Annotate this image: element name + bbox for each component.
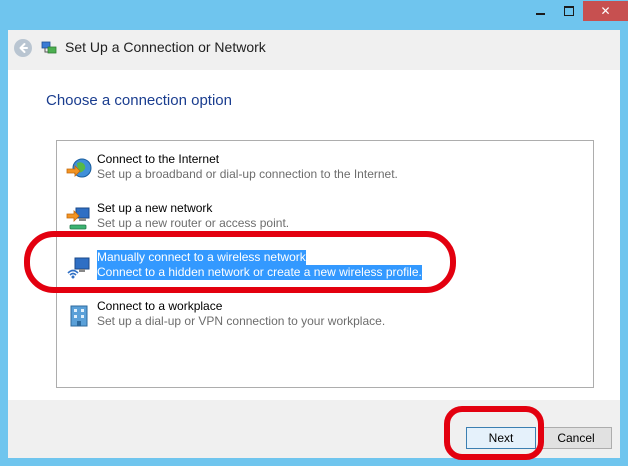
window-title: Set Up a Connection or Network: [65, 39, 266, 55]
option-title: Set up a new network: [97, 201, 213, 215]
back-button[interactable]: [14, 39, 32, 57]
header-bar: Set Up a Connection or Network: [8, 30, 620, 70]
option-description: Set up a new router or access point.: [97, 216, 290, 230]
title-bar: ✕: [0, 0, 628, 30]
option-connect-internet[interactable]: Connect to the Internet Set up a broadba…: [57, 148, 593, 188]
option-workplace[interactable]: Connect to a workplace Set up a dial-up …: [57, 295, 593, 335]
workplace-icon: [70, 305, 88, 327]
option-title: Manually connect to a wireless network: [97, 250, 306, 265]
option-text: Connect to the Internet Set up a broadba…: [97, 152, 398, 182]
back-arrow-icon: [19, 43, 28, 53]
option-text: Manually connect to a wireless network C…: [97, 250, 422, 280]
next-button[interactable]: Next: [466, 427, 536, 449]
connection-options-list: Connect to the Internet Set up a broadba…: [56, 140, 594, 388]
dialog-client-area: Set Up a Connection or Network Choose a …: [8, 30, 620, 458]
option-text: Connect to a workplace Set up a dial-up …: [97, 299, 385, 329]
option-manual-wireless[interactable]: Manually connect to a wireless network C…: [57, 246, 593, 286]
option-new-network[interactable]: Set up a new network Set up a new router…: [57, 197, 593, 237]
network-setup-icon: [41, 41, 57, 54]
dialog-window: ✕ Set Up a Connection or Network Choose …: [0, 0, 628, 466]
cancel-button[interactable]: Cancel: [540, 427, 612, 449]
option-title: Connect to the Internet: [97, 152, 220, 166]
close-icon: ✕: [600, 4, 611, 18]
dialog-footer: Next Cancel: [8, 400, 620, 458]
content-area: Choose a connection option Connect to th…: [8, 70, 620, 400]
page-instruction: Choose a connection option: [46, 92, 232, 109]
globe-internet-icon: [66, 158, 92, 178]
option-description: Connect to a hidden network or create a …: [97, 265, 422, 280]
option-description: Set up a dial-up or VPN connection to yo…: [97, 314, 386, 328]
wireless-network-icon: [67, 257, 90, 279]
close-button[interactable]: ✕: [583, 1, 628, 21]
option-text: Set up a new network Set up a new router…: [97, 201, 289, 231]
minimize-icon: [535, 13, 545, 15]
minimize-button[interactable]: [527, 1, 553, 21]
maximize-button[interactable]: [556, 1, 582, 21]
option-title: Connect to a workplace: [97, 299, 223, 313]
option-description: Set up a broadband or dial-up connection…: [97, 167, 398, 181]
maximize-icon: [564, 6, 574, 16]
new-network-icon: [66, 207, 90, 230]
